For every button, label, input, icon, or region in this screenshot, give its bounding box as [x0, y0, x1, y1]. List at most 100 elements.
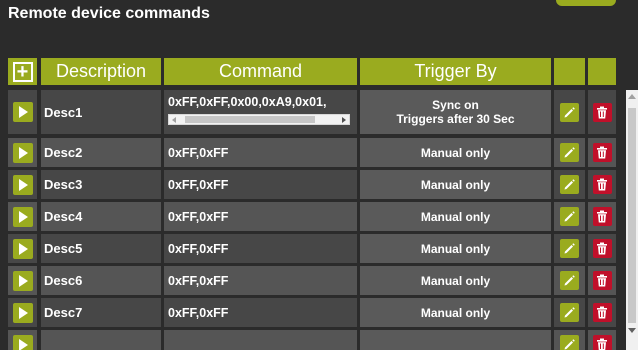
description-cell[interactable] — [41, 330, 161, 350]
command-text: 0xFF,0xFF — [168, 145, 229, 160]
description-cell[interactable]: Desc1 — [41, 90, 161, 134]
header-edit — [554, 58, 585, 85]
edit-button[interactable] — [560, 207, 579, 226]
play-icon — [18, 178, 28, 191]
description-text: Desc3 — [44, 177, 83, 192]
pencil-icon — [564, 339, 575, 350]
edit-button[interactable] — [560, 175, 579, 194]
page-title: Remote device commands — [8, 5, 210, 22]
scroll-thumb[interactable] — [628, 108, 636, 323]
command-cell[interactable]: 0xFF,0xFF — [164, 298, 357, 327]
command-cell[interactable]: 0xFF,0xFF — [164, 170, 357, 199]
delete-cell — [588, 298, 616, 327]
command-text: 0xFF,0xFF — [168, 305, 229, 320]
play-button[interactable] — [12, 302, 33, 323]
edit-cell — [554, 298, 585, 327]
trigger-text: Manual only — [420, 273, 491, 288]
header-trigger: Trigger By — [360, 58, 551, 85]
trash-icon — [597, 210, 607, 223]
edit-cell — [554, 234, 585, 263]
delete-button[interactable] — [592, 303, 612, 322]
command-cell[interactable]: 0xFF,0xFF — [164, 138, 357, 167]
trigger-text: Manual only — [420, 177, 491, 192]
play-button[interactable] — [12, 238, 33, 259]
delete-button[interactable] — [592, 335, 612, 350]
command-cell[interactable] — [164, 330, 357, 350]
play-button[interactable] — [12, 102, 33, 122]
edit-button[interactable] — [560, 143, 579, 162]
pencil-icon — [564, 275, 575, 286]
trigger-text: Manual only — [420, 305, 491, 320]
add-button[interactable]: + — [12, 61, 33, 82]
scroll-left-icon[interactable] — [172, 117, 176, 123]
trigger-text: Manual only — [420, 145, 491, 160]
command-cell[interactable]: 0xFF,0xFF,0x00,0xA9,0x01, — [164, 90, 357, 134]
trigger-cell: Manual only — [360, 138, 551, 167]
trigger-cell: Manual only — [360, 266, 551, 295]
table-row: Desc4 0xFF,0xFF Manual only — [8, 202, 616, 231]
description-cell[interactable]: Desc7 — [41, 298, 161, 327]
play-icon — [18, 274, 28, 287]
delete-button[interactable] — [592, 239, 612, 258]
command-cell[interactable]: 0xFF,0xFF — [164, 202, 357, 231]
scroll-up-icon[interactable] — [628, 94, 636, 99]
edit-button[interactable] — [560, 239, 579, 258]
edit-button[interactable] — [560, 303, 579, 322]
command-text: 0xFF,0xFF — [168, 241, 229, 256]
table-row: Desc6 0xFF,0xFF Manual only — [8, 266, 616, 295]
vertical-scrollbar[interactable] — [626, 90, 638, 350]
pencil-icon — [564, 243, 575, 254]
play-button[interactable] — [12, 334, 33, 350]
delete-button[interactable] — [592, 207, 612, 226]
pencil-icon — [564, 307, 575, 318]
scroll-right-icon[interactable] — [342, 117, 346, 123]
play-button[interactable] — [12, 174, 33, 195]
trigger-text: Manual only — [420, 241, 491, 256]
delete-cell — [588, 330, 616, 350]
edit-button[interactable] — [560, 271, 579, 290]
scroll-down-icon[interactable] — [628, 328, 636, 333]
header-description: Description — [41, 58, 161, 85]
delete-button[interactable] — [592, 175, 612, 194]
table-row: Desc7 0xFF,0xFF Manual only — [8, 298, 616, 327]
description-cell[interactable]: Desc5 — [41, 234, 161, 263]
command-horizontal-scrollbar[interactable] — [168, 114, 350, 125]
delete-button[interactable] — [592, 102, 612, 122]
delete-button[interactable] — [592, 271, 612, 290]
description-text: Desc7 — [44, 305, 83, 320]
trigger-cell: Manual only — [360, 298, 551, 327]
delete-cell — [588, 138, 616, 167]
edit-cell — [554, 202, 585, 231]
command-scroll-thumb[interactable] — [185, 116, 315, 123]
description-cell[interactable]: Desc6 — [41, 266, 161, 295]
play-button[interactable] — [12, 206, 33, 227]
description-cell[interactable]: Desc4 — [41, 202, 161, 231]
play-button[interactable] — [12, 270, 33, 291]
delete-cell — [588, 234, 616, 263]
edit-button[interactable] — [560, 335, 579, 350]
delete-button[interactable] — [592, 143, 612, 162]
command-text: 0xFF,0xFF — [168, 177, 229, 192]
table-row: Desc2 0xFF,0xFF Manual only — [8, 138, 616, 167]
description-text: Desc5 — [44, 241, 83, 256]
command-cell[interactable]: 0xFF,0xFF — [164, 234, 357, 263]
play-button[interactable] — [12, 142, 33, 163]
trash-icon — [597, 178, 607, 191]
trigger-cell — [360, 330, 551, 350]
command-cell[interactable]: 0xFF,0xFF — [164, 266, 357, 295]
edit-button[interactable] — [560, 102, 579, 122]
trash-icon — [597, 338, 607, 350]
header-add-cell: + — [8, 58, 37, 85]
description-cell[interactable]: Desc3 — [41, 170, 161, 199]
commands-table: Desc1 0xFF,0xFF,0x00,0xA9,0x01, Sync on T… — [8, 90, 638, 350]
play-cell — [8, 138, 37, 167]
play-cell — [8, 266, 37, 295]
pencil-icon — [564, 147, 575, 158]
table-row: Desc1 0xFF,0xFF,0x00,0xA9,0x01, Sync on T… — [8, 90, 616, 134]
edit-cell — [554, 330, 585, 350]
command-text: 0xFF,0xFF,0x00,0xA9,0x01, — [168, 95, 327, 109]
trigger-line-1: Sync on — [432, 98, 479, 112]
trash-icon — [597, 242, 607, 255]
description-cell[interactable]: Desc2 — [41, 138, 161, 167]
delete-cell — [588, 170, 616, 199]
